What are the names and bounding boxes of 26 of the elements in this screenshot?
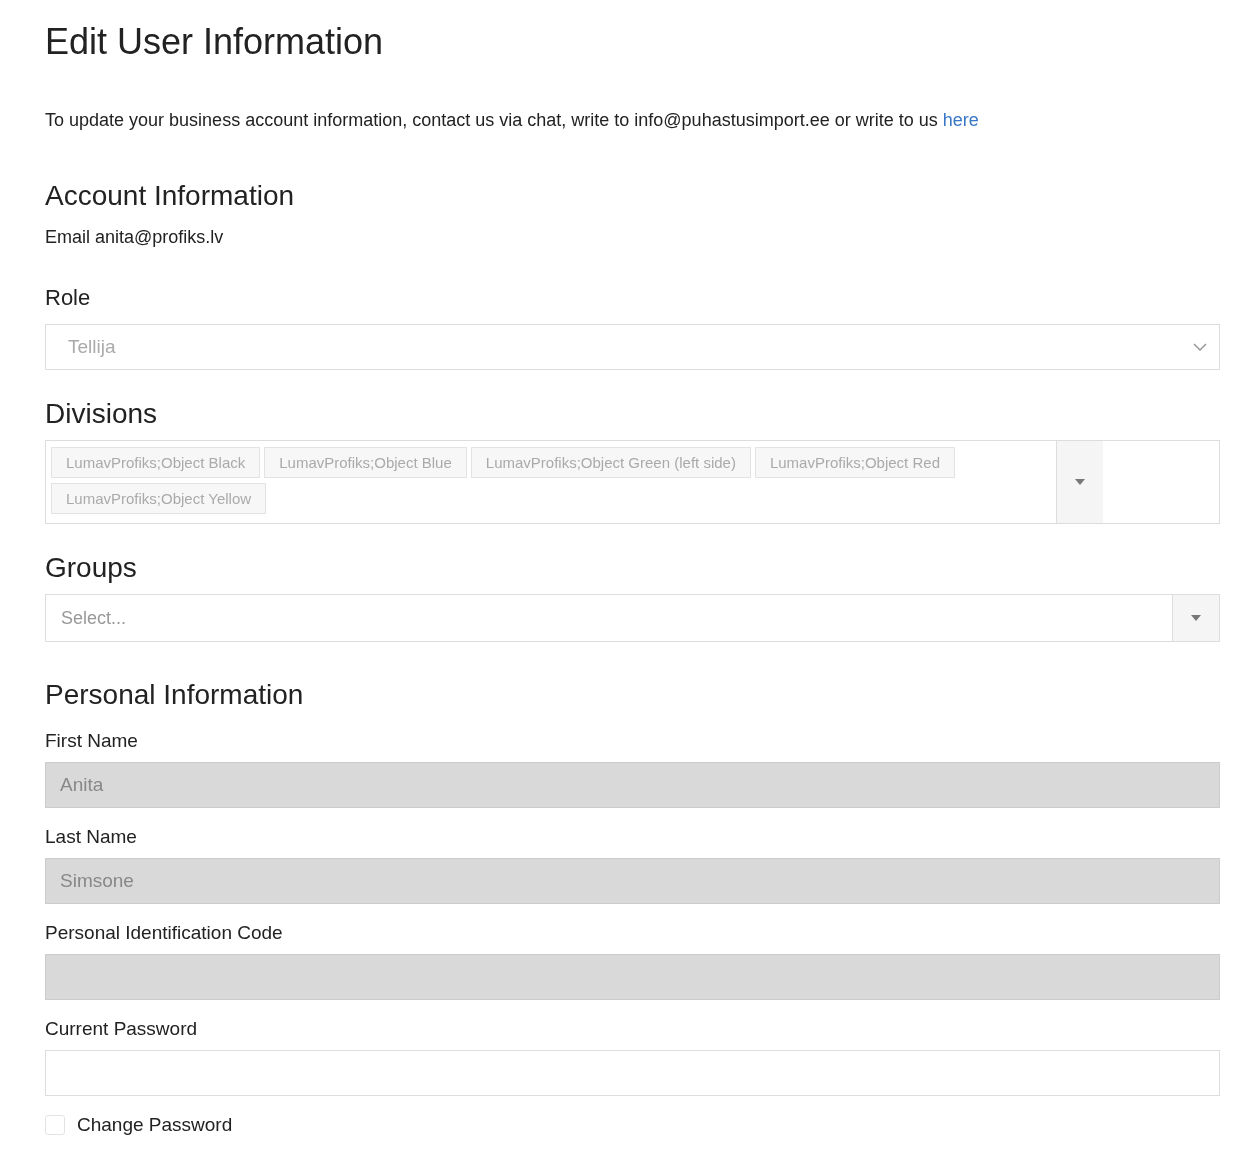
caret-down-icon	[1075, 479, 1085, 485]
email-text: Email anita@profiks.lv	[45, 227, 225, 248]
field-label: Groups	[45, 554, 138, 582]
page-title: Edit User Information	[45, 20, 385, 64]
division-tag: LumavProfiks;Object Blue	[264, 447, 467, 478]
section-heading: Personal Information	[45, 678, 305, 712]
text-field[interactable]	[45, 1050, 1220, 1096]
checkbox[interactable]	[45, 1115, 65, 1135]
section-heading: Account Information	[45, 179, 296, 213]
division-tag: LumavProfiks;Object Red	[754, 447, 955, 478]
divisions-multiselect[interactable]: LumavProfiks;Object Black LumavProfiks;Object Blue LumavProfiks;Object Green (left side) LumavProfiks;Object Red LumavProfiks;Object Yellow	[45, 440, 1220, 524]
division-tag: LumavProfiks;Object Green (left side)	[470, 447, 751, 478]
caret-down-icon	[1191, 615, 1201, 621]
division-tag: LumavProfiks;Object Black	[51, 447, 261, 478]
intro-text: To update your business account information, contact us via chat, write to info@puhastusimport.ee or write to us here	[45, 110, 980, 131]
field-label: Personal Identification Code	[45, 922, 284, 944]
role-select[interactable]: Tellija	[45, 324, 1220, 370]
here-link[interactable]: here	[942, 110, 979, 130]
checkbox-label: Change Password	[77, 1114, 233, 1136]
field-label: Current Password	[45, 1018, 199, 1040]
division-tag: LumavProfiks;Object Yellow	[51, 483, 267, 514]
field-label: First Name	[45, 730, 139, 752]
chevron-down-icon	[1193, 343, 1207, 351]
field-label: Last Name	[45, 826, 138, 848]
field-label: Role	[45, 284, 92, 312]
field-label: Divisions	[45, 400, 159, 428]
